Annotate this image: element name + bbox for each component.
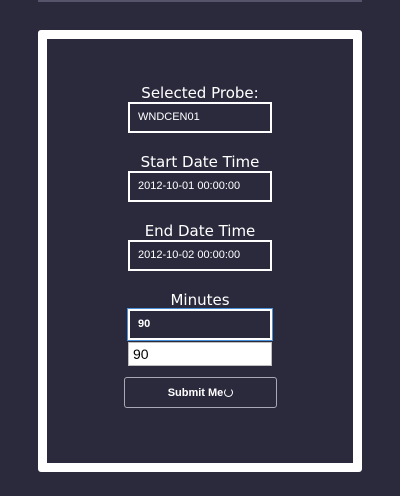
loading-spinner-icon	[224, 388, 234, 397]
top-divider	[38, 0, 362, 2]
minutes-label: Minutes	[170, 291, 230, 309]
submit-button-label: Submit Me	[167, 386, 224, 399]
end-date-time-field[interactable]: 2012-10-02 00:00:00	[128, 240, 272, 271]
selected-probe-label: Selected Probe:	[141, 84, 259, 102]
selected-probe-field[interactable]: WNDCEN01	[128, 102, 272, 133]
start-date-time-label: Start Date Time	[140, 153, 260, 171]
probe-form-panel: Selected Probe: WNDCEN01 Start Date Time…	[38, 30, 362, 472]
submit-button[interactable]: Submit Me	[124, 377, 277, 408]
minutes-input[interactable]: 90	[128, 309, 272, 340]
end-date-time-label: End Date Time	[144, 222, 256, 240]
start-date-time-field[interactable]: 2012-10-01 00:00:00	[128, 171, 272, 202]
minutes-autocomplete-option[interactable]: 90	[128, 342, 272, 366]
